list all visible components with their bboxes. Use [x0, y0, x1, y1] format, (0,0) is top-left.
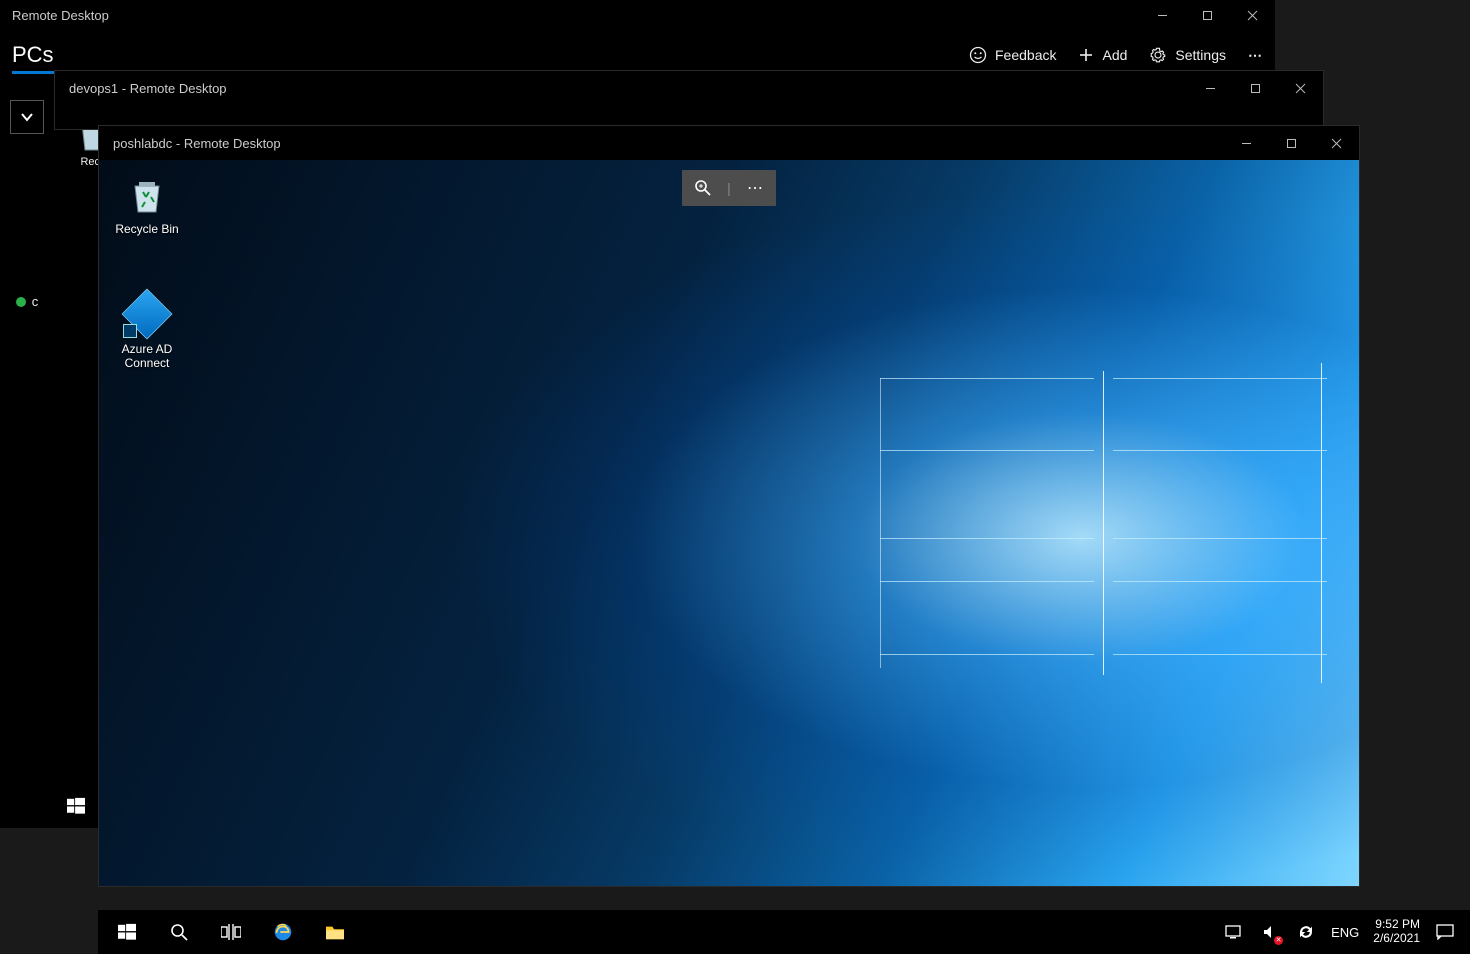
poshlabdc-maximize-button[interactable]	[1269, 126, 1314, 160]
zoom-icon[interactable]	[682, 179, 724, 197]
plus-icon	[1078, 47, 1094, 63]
poshlabdc-titlebar[interactable]: poshlabdc - Remote Desktop	[99, 126, 1359, 160]
desktop-icon-recycle-bin[interactable]: Recycle Bin	[107, 170, 187, 236]
window-devops1[interactable]: devops1 - Remote Desktop	[54, 70, 1324, 130]
app-titlebar: Remote Desktop	[0, 0, 1275, 30]
wallpaper	[99, 160, 1359, 886]
app-more-button[interactable]: ⋯	[1248, 47, 1263, 64]
internet-explorer-icon[interactable]	[272, 921, 294, 943]
tab-pcs[interactable]: PCs	[12, 42, 54, 74]
devops1-minimize-button[interactable]	[1188, 71, 1233, 105]
separator-icon: |	[724, 180, 734, 196]
tray-network-icon[interactable]	[1223, 921, 1245, 943]
app-title: Remote Desktop	[12, 8, 109, 23]
tray-time: 9:52 PM	[1373, 918, 1420, 932]
devops1-close-button[interactable]	[1278, 71, 1323, 105]
tray-language[interactable]: ENG	[1331, 925, 1359, 940]
tray-clock[interactable]: 9:52 PM 2/6/2021	[1373, 918, 1420, 946]
tray-windows-update-icon[interactable]	[1295, 921, 1317, 943]
app-maximize-button[interactable]	[1185, 0, 1230, 30]
action-center-button[interactable]	[1434, 921, 1456, 943]
app-close-button[interactable]	[1230, 0, 1275, 30]
settings-label: Settings	[1175, 47, 1226, 63]
connection-more-button[interactable]: ⋯	[734, 178, 776, 198]
shortcut-badge-icon	[123, 324, 137, 338]
poshlabdc-close-button[interactable]	[1314, 126, 1359, 160]
sidebar-status-item[interactable]: c	[16, 294, 39, 309]
app-sidebar: c	[0, 80, 54, 828]
aad-label-2: Connect	[107, 356, 187, 370]
start-button[interactable]	[116, 921, 138, 943]
search-button[interactable]	[168, 921, 190, 943]
devops1-title: devops1 - Remote Desktop	[69, 81, 227, 96]
ellipsis-icon: ⋯	[1248, 47, 1263, 64]
add-label: Add	[1102, 47, 1127, 63]
chevron-down-icon	[20, 110, 34, 124]
gear-icon	[1149, 46, 1167, 64]
feedback-button[interactable]: Feedback	[969, 46, 1056, 64]
task-view-button[interactable]	[220, 921, 242, 943]
settings-button[interactable]: Settings	[1149, 46, 1226, 64]
devops1-maximize-button[interactable]	[1233, 71, 1278, 105]
app-minimize-button[interactable]	[1140, 0, 1185, 30]
window-poshlabdc[interactable]: poshlabdc - Remote Desktop | ⋯	[98, 125, 1360, 887]
connection-bar[interactable]: | ⋯	[682, 170, 776, 206]
outer-taskbar	[54, 784, 98, 828]
poshlabdc-title: poshlabdc - Remote Desktop	[113, 136, 281, 151]
remote-desktop-area[interactable]: | ⋯ Recycle Bin Azure AD Connect	[99, 160, 1359, 886]
file-explorer-icon[interactable]	[324, 921, 346, 943]
windows-start-icon[interactable]	[67, 797, 85, 815]
sidebar-collapse-button[interactable]	[10, 100, 44, 134]
smiley-icon	[969, 46, 987, 64]
recycle-bin-label: Recycle Bin	[107, 222, 187, 236]
aad-label-1: Azure AD	[107, 342, 187, 356]
feedback-label: Feedback	[995, 47, 1056, 63]
status-label: c	[32, 294, 39, 309]
tray-date: 2/6/2021	[1373, 932, 1420, 946]
volume-muted-badge-icon: ✕	[1274, 936, 1283, 945]
desktop-icon-azure-ad-connect[interactable]: Azure AD Connect	[107, 290, 187, 370]
status-dot-icon	[16, 297, 26, 307]
taskbar: ✕ ENG 9:52 PM 2/6/2021	[98, 910, 1470, 954]
add-button[interactable]: Add	[1078, 47, 1127, 63]
devops1-titlebar[interactable]: devops1 - Remote Desktop	[55, 71, 1323, 105]
tray-volume-icon[interactable]: ✕	[1259, 921, 1281, 943]
poshlabdc-minimize-button[interactable]	[1224, 126, 1269, 160]
ellipsis-icon: ⋯	[747, 178, 763, 198]
